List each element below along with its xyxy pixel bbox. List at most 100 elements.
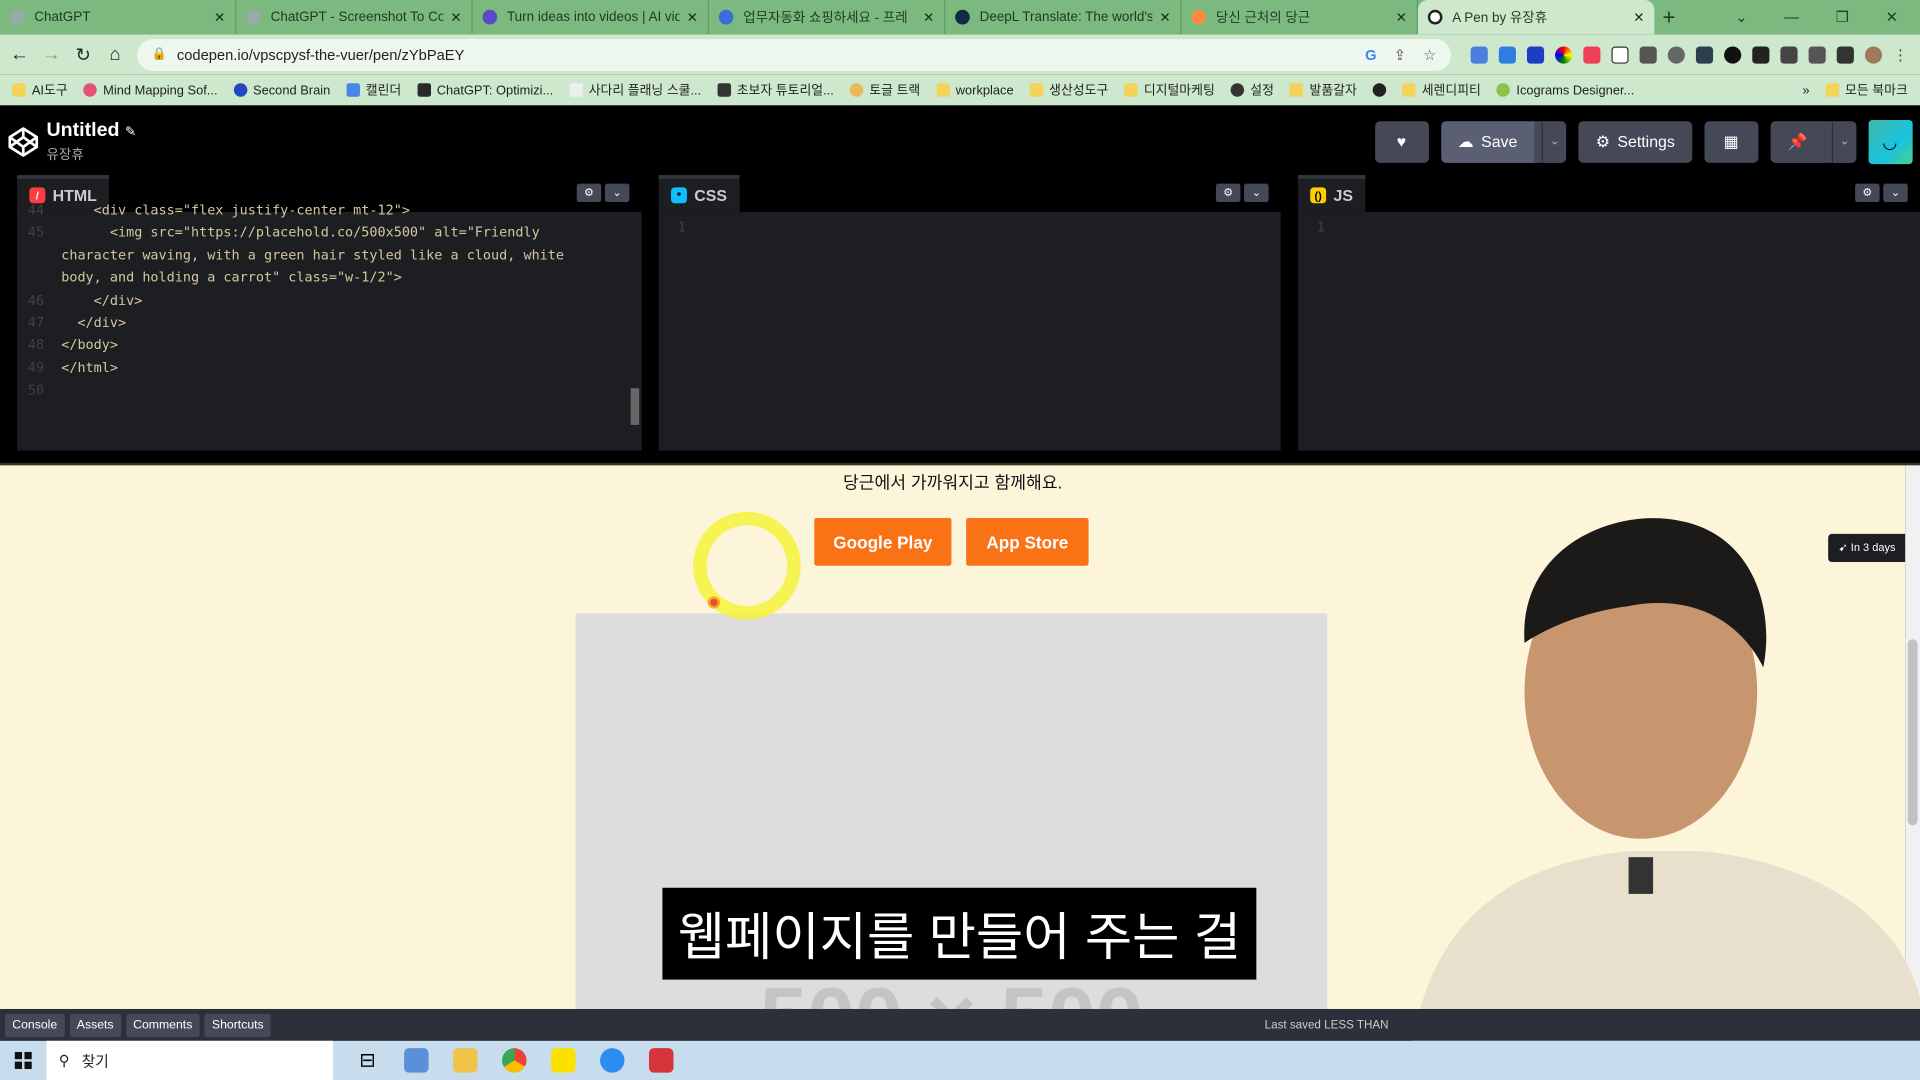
translate-extension-icon[interactable] (1470, 45, 1488, 64)
pocket-icon[interactable] (1583, 45, 1601, 64)
browser-tab[interactable]: Turn ideas into videos | AI vid ✕ (473, 0, 709, 35)
windows-start-icon[interactable] (0, 1051, 47, 1069)
bookmarks-overflow-icon[interactable]: » (1802, 83, 1809, 98)
close-window-icon[interactable]: ✕ (1886, 0, 1898, 34)
shortcuts-button[interactable]: Shortcuts (204, 1013, 272, 1037)
code-area[interactable]: 44 <div class="flex justify-center mt-12… (17, 195, 641, 403)
browser-tab[interactable]: 당신 근처의 당근 ✕ (1182, 0, 1418, 35)
side-panel-icon[interactable] (1836, 45, 1854, 64)
close-tab-icon[interactable]: ✕ (1633, 9, 1644, 25)
browser-tab[interactable]: 업무자동화 쇼핑하세요 - 프레 ✕ (709, 0, 946, 35)
close-tab-icon[interactable]: ✕ (687, 9, 698, 25)
bookmark-folder[interactable]: 생산성도구 (1029, 81, 1108, 99)
close-tab-icon[interactable]: ✕ (450, 9, 461, 25)
save-dropdown-chevron-icon[interactable]: ⌄ (1541, 120, 1567, 163)
gear-icon[interactable]: ⚙ (1215, 183, 1241, 203)
edit-pencil-icon[interactable]: ✎ (125, 124, 136, 139)
html-editor[interactable]: / HTML ⚙ ⌄ 44 <div class="flex justify-cen… (0, 175, 642, 451)
bookmark[interactable]: 캘린더 (346, 81, 401, 99)
comments-button[interactable]: Comments (125, 1013, 200, 1037)
close-tab-icon[interactable]: ✕ (923, 9, 934, 25)
bookmark-folder[interactable]: 디지털마케팅 (1124, 81, 1215, 99)
taskbar-search[interactable]: ⚲ 찾기 (46, 1040, 334, 1080)
love-button[interactable]: ♥ (1374, 120, 1429, 163)
save-button[interactable]: ☁ Save (1440, 120, 1535, 163)
bookmark[interactable] (1372, 83, 1387, 97)
notion-icon[interactable] (1611, 45, 1629, 64)
bookmark-folder[interactable]: workplace (936, 83, 1014, 97)
bookmark[interactable]: Second Brain (233, 83, 330, 97)
hangul-icon[interactable] (637, 1048, 686, 1073)
bookmark[interactable]: Icograms Designer... (1496, 83, 1634, 97)
assets-button[interactable]: Assets (69, 1013, 121, 1037)
close-tab-icon[interactable]: ✕ (214, 9, 225, 25)
gear-icon[interactable]: ⚙ (1855, 183, 1880, 203)
js-editor[interactable]: () JS ⚙ ⌄ 1 (1280, 175, 1920, 451)
user-avatar[interactable] (1868, 119, 1913, 164)
extension-icon[interactable] (1498, 45, 1516, 64)
pane-resizer[interactable] (0, 450, 1920, 466)
pin-dropdown-chevron-icon[interactable]: ⌄ (1831, 120, 1857, 163)
browser-tab[interactable]: ChatGPT - Screenshot To Code ✕ (236, 0, 473, 35)
task-view-icon[interactable]: ⊟ (343, 1048, 392, 1072)
home-icon[interactable]: ⌂ (105, 44, 125, 65)
extension-icon[interactable] (1752, 45, 1770, 64)
bookmark[interactable]: 설정 (1230, 81, 1274, 99)
color-extension-icon[interactable] (1555, 45, 1573, 64)
profile-avatar[interactable] (1864, 45, 1883, 64)
editor-scrollbar[interactable] (630, 388, 640, 425)
console-button[interactable]: Console (4, 1013, 65, 1037)
new-tab-button[interactable]: + (1654, 0, 1683, 34)
settings-button[interactable]: ⚙ Settings (1578, 120, 1693, 163)
computer-icon[interactable] (392, 1048, 441, 1073)
codepen-logo-icon[interactable] (7, 126, 39, 158)
file-explorer-icon[interactable] (441, 1048, 490, 1073)
downloads-icon[interactable] (1808, 45, 1826, 64)
extension-icon[interactable] (1695, 45, 1714, 64)
bookmark[interactable]: 사다리 플래닝 스쿨... (569, 81, 701, 99)
change-view-button[interactable]: ▦ (1704, 120, 1759, 163)
address-bar[interactable]: 🔒 codepen.io/vpscpysf-the-vuer/pen/zYbPa… (137, 38, 1452, 71)
google-icon[interactable]: G (1365, 46, 1376, 63)
zoom-icon[interactable] (1667, 45, 1685, 64)
chrome-icon[interactable] (490, 1048, 539, 1073)
css-editor[interactable]: * CSS ⚙ ⌄ 1 (641, 175, 1281, 451)
share-icon[interactable]: ⇪ (1394, 46, 1406, 63)
reload-icon[interactable]: ↻ (73, 43, 93, 66)
bookmark[interactable]: 토글 트랙 (849, 81, 920, 99)
download-extension-icon[interactable] (1526, 45, 1545, 64)
all-bookmarks-folder[interactable]: 모든 북마크 (1825, 81, 1908, 99)
back-icon[interactable]: ← (10, 44, 30, 65)
bookmark[interactable]: Mind Mapping Sof... (83, 83, 218, 97)
tab-css[interactable]: * CSS (658, 175, 740, 212)
forward-icon[interactable]: → (42, 44, 62, 65)
google-play-button[interactable]: Google Play (814, 517, 952, 566)
pen-author[interactable]: 유장휴 (47, 144, 137, 164)
puzzle-extensions-icon[interactable] (1780, 45, 1798, 64)
browser-tab[interactable]: ChatGPT ✕ (0, 0, 237, 35)
browser-tab-active[interactable]: A Pen by 유장휴 ✕ (1417, 0, 1655, 35)
bookmark[interactable]: 초보자 튜토리얼... (717, 81, 834, 99)
chevron-down-icon[interactable]: ⌄ (604, 183, 630, 203)
bookmark-folder[interactable]: 발품갈자 (1289, 81, 1357, 99)
app-store-button[interactable]: App Store (966, 517, 1089, 566)
gear-icon[interactable]: ⚙ (576, 183, 602, 203)
chevron-down-icon[interactable]: ⌄ (1244, 183, 1269, 203)
bookmark-star-icon[interactable]: ☆ (1423, 46, 1436, 63)
bookmark-folder[interactable]: 세렌디피티 (1402, 81, 1481, 99)
screenshot-icon[interactable] (1639, 45, 1657, 64)
restore-icon[interactable]: ❐ (1836, 0, 1849, 34)
menu-icon[interactable]: ⋮ (1893, 46, 1910, 63)
recorder-icon[interactable] (588, 1048, 637, 1073)
browser-tab[interactable]: DeepL Translate: The world's m ✕ (945, 0, 1182, 35)
pin-button[interactable]: 📌 (1770, 120, 1825, 163)
kakaotalk-icon[interactable] (539, 1048, 588, 1073)
tab-js[interactable]: () JS (1297, 175, 1366, 212)
extension-icon[interactable] (1724, 45, 1742, 64)
pen-title[interactable]: Untitled ✎ (47, 119, 137, 141)
tab-search-icon[interactable]: ⌄ (1735, 0, 1747, 34)
chevron-down-icon[interactable]: ⌄ (1883, 183, 1908, 203)
minimize-icon[interactable]: — (1784, 0, 1799, 34)
close-tab-icon[interactable]: ✕ (1396, 9, 1407, 25)
bookmark-folder[interactable]: AI도구 (12, 81, 68, 99)
